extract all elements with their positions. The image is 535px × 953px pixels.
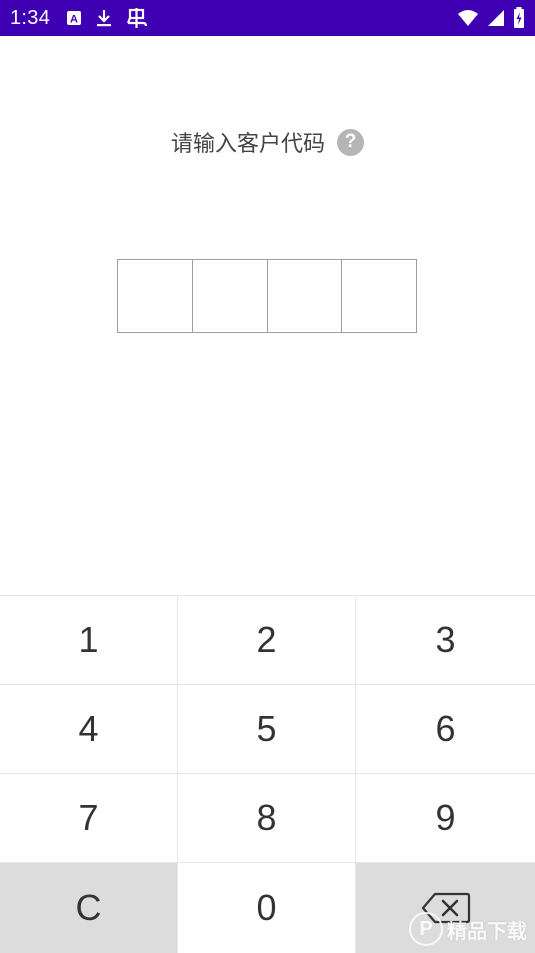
key-8[interactable]: 8	[178, 774, 356, 863]
status-bar: 1:34 A	[0, 0, 535, 36]
page-title: 请输入客户代码	[171, 126, 325, 158]
code-digit-box-1[interactable]	[118, 260, 193, 332]
svg-text:A: A	[70, 14, 78, 26]
key-6[interactable]: 6	[356, 685, 535, 774]
key-0[interactable]: 0	[178, 863, 356, 953]
key-2[interactable]: 2	[178, 596, 356, 685]
bug-icon	[126, 7, 148, 29]
wifi-icon	[457, 9, 479, 27]
backspace-icon	[421, 892, 471, 924]
clear-key[interactable]: C	[0, 863, 178, 953]
numeric-keypad: 1 2 3 4 5 6 7 8 9 C 0	[0, 595, 535, 952]
key-7[interactable]: 7	[0, 774, 178, 863]
cell-signal-icon	[487, 9, 505, 27]
text-a-icon: A	[66, 10, 82, 26]
status-icons-left: A	[66, 7, 148, 29]
code-digit-box-2[interactable]	[193, 260, 268, 332]
download-icon	[96, 9, 112, 27]
code-digit-box-4[interactable]	[342, 260, 416, 332]
code-digit-box-3[interactable]	[268, 260, 343, 332]
customer-code-input[interactable]	[117, 259, 417, 333]
key-5[interactable]: 5	[178, 685, 356, 774]
battery-icon	[513, 7, 525, 29]
key-1[interactable]: 1	[0, 596, 178, 685]
key-3[interactable]: 3	[356, 596, 535, 685]
key-4[interactable]: 4	[0, 685, 178, 774]
status-time: 1:34	[10, 7, 50, 30]
help-icon[interactable]: ?	[337, 129, 364, 156]
status-icons-right	[457, 7, 525, 29]
backspace-key[interactable]	[356, 863, 535, 953]
key-9[interactable]: 9	[356, 774, 535, 863]
prompt-row: 请输入客户代码 ?	[0, 122, 535, 162]
